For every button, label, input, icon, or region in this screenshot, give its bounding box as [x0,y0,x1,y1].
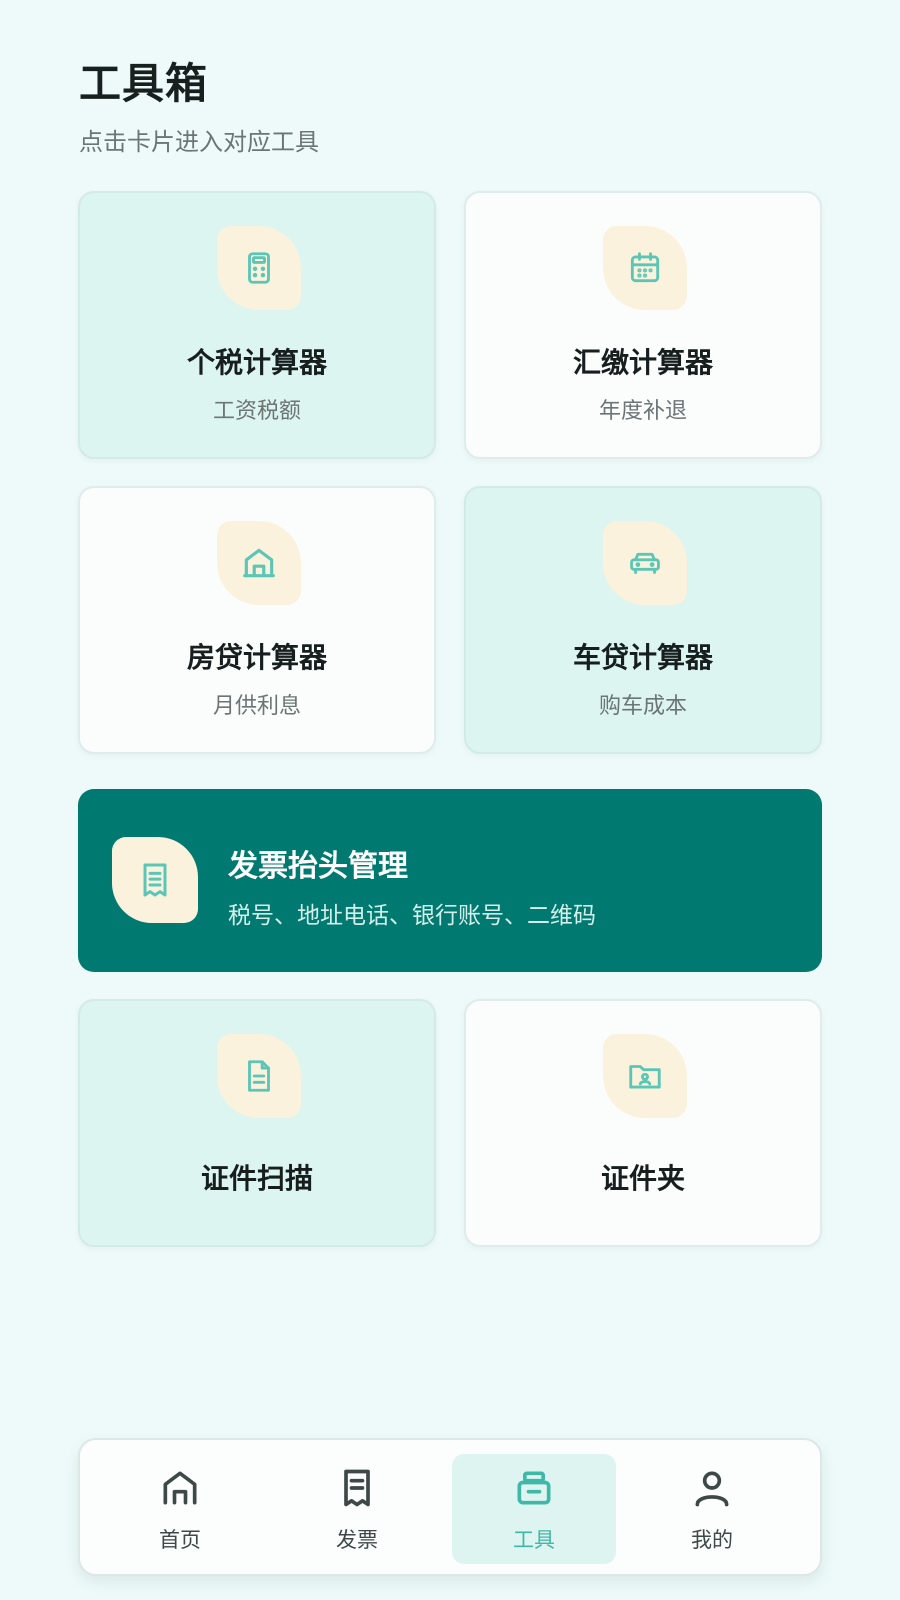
tab-label: 发票 [336,1528,378,1552]
card-title: 证件夹 [600,1162,685,1195]
card-title: 证件扫描 [200,1162,313,1195]
car-loan-calculator-card[interactable]: 车贷计算器 购车成本 [464,486,822,754]
mortgage-calculator-card[interactable]: 房贷计算器 月供利息 [78,486,436,754]
banner-subtitle: 税号、地址电话、银行账号、二维码 [228,903,596,929]
tab-home[interactable]: 首页 [98,1454,262,1564]
tax-calculator-card[interactable]: 个税计算器 工资税额 [78,191,436,459]
calendar-icon [603,226,687,310]
house-icon [217,521,301,605]
receipt-icon [112,837,198,923]
document-scan-card[interactable]: 证件扫描 [78,999,436,1247]
annual-settlement-calculator-card[interactable]: 汇缴计算器 年度补退 [464,191,822,459]
page-subtitle: 点击卡片进入对应工具 [79,128,319,156]
user-icon [630,1466,794,1510]
folder-id-icon [603,1034,687,1118]
id-folder-card[interactable]: 证件夹 [464,999,822,1247]
bottom-tab-bar: 首页 发票 工具 我的 [78,1438,822,1576]
tab-tools[interactable]: 工具 [452,1454,616,1564]
card-subtitle: 年度补退 [598,399,687,424]
banner-title: 发票抬头管理 [228,849,408,884]
car-icon [603,521,687,605]
card-title: 房贷计算器 [186,641,327,674]
card-title: 汇缴计算器 [572,346,713,379]
card-title: 车贷计算器 [572,641,713,674]
page-title: 工具箱 [79,59,209,108]
tab-label: 工具 [513,1528,555,1552]
toolbox-icon [452,1466,616,1510]
document-icon [217,1034,301,1118]
tab-profile[interactable]: 我的 [630,1454,794,1564]
invoice-header-management-banner[interactable]: 发票抬头管理 税号、地址电话、银行账号、二维码 [78,789,822,972]
card-subtitle: 月供利息 [212,694,301,719]
home-icon [98,1466,262,1510]
card-subtitle: 购车成本 [598,694,687,719]
calculator-icon [217,226,301,310]
card-title: 个税计算器 [186,346,327,379]
tab-invoice[interactable]: 发票 [275,1454,439,1564]
tab-label: 首页 [159,1528,201,1552]
card-subtitle: 工资税额 [212,399,301,424]
receipt-icon [275,1466,439,1510]
tab-label: 我的 [691,1528,733,1552]
